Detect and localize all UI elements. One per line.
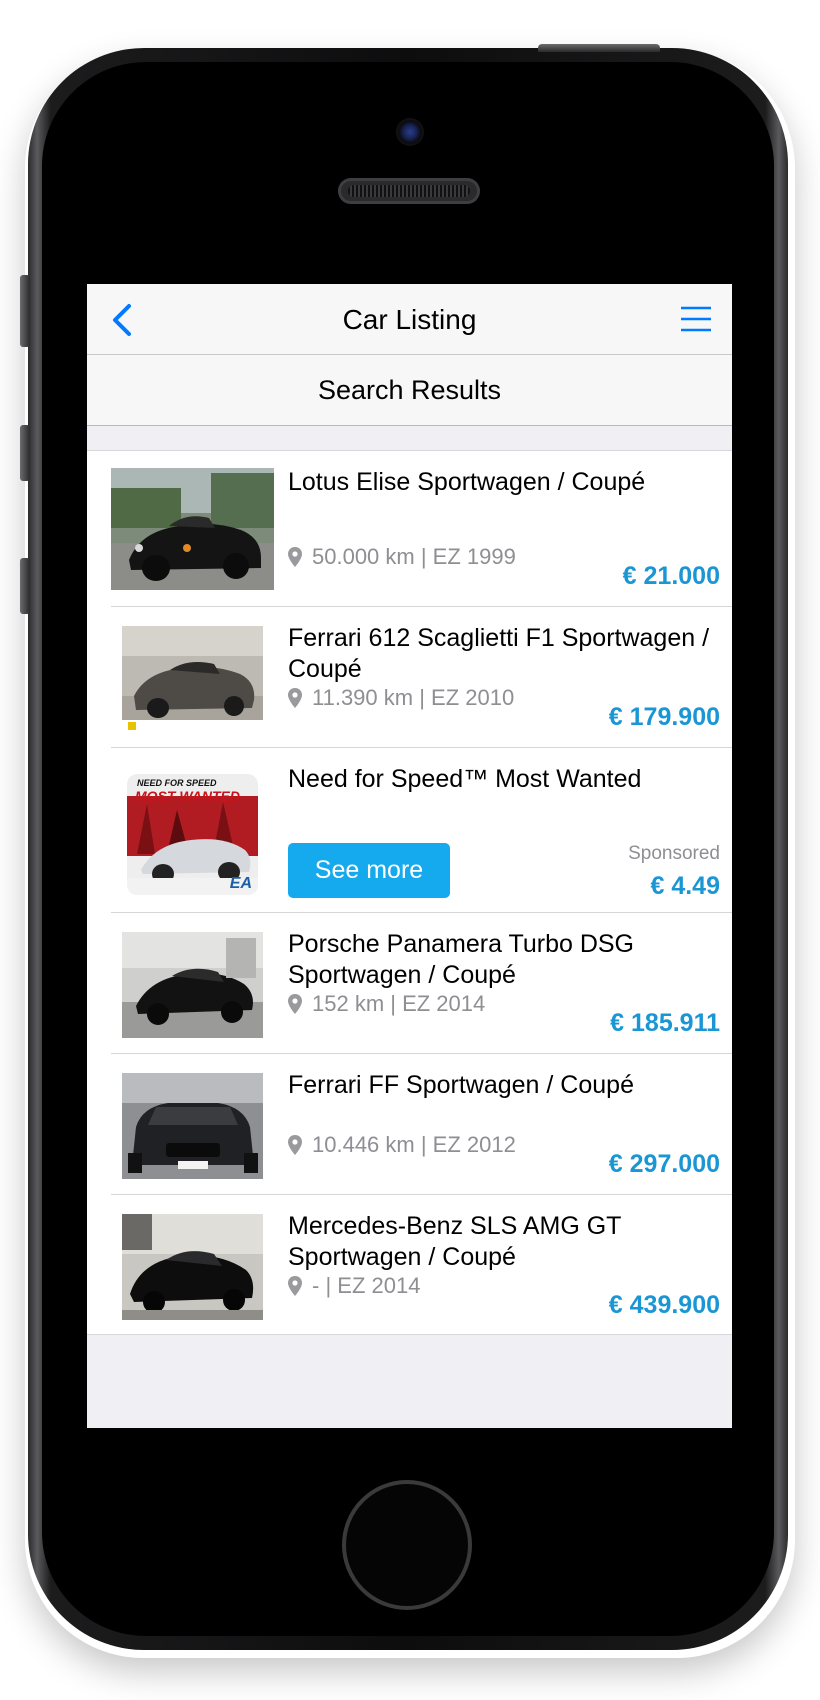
- listing-title: Mercedes-Benz SLS AMG GT Sportwagen / Co…: [288, 1212, 621, 1271]
- listing-meta: - | EZ 2014: [288, 1273, 420, 1299]
- page-title: Car Listing: [342, 304, 477, 335]
- navigation-bar: Car Listing: [87, 284, 732, 355]
- car-thumbnail: [111, 468, 274, 590]
- list-item[interactable]: Lotus Elise Sportwagen / Coupé 50.000 km…: [111, 451, 732, 607]
- list-item[interactable]: Ferrari FF Sportwagen / Coupé 10.446 km …: [111, 1054, 732, 1195]
- mileage-year: 152 km | EZ 2014: [312, 991, 486, 1016]
- location-pin-icon: [288, 688, 302, 708]
- listing-meta: 50.000 km | EZ 1999: [288, 544, 516, 570]
- app-icon: NEED FOR SPEED MOST WANTED EA: [127, 774, 258, 895]
- car-thumbnail: [122, 1214, 263, 1320]
- list-item[interactable]: Ferrari 612 Scaglietti F1 Sportwagen / C…: [111, 607, 732, 748]
- listing-list: Lotus Elise Sportwagen / Coupé 50.000 km…: [87, 450, 732, 1335]
- mute-switch: [20, 275, 30, 347]
- listing-meta: 11.390 km | EZ 2010: [288, 685, 514, 711]
- location-pin-icon: [288, 994, 302, 1014]
- listing-price: € 439.900: [608, 1291, 720, 1319]
- listing-price: € 297.000: [608, 1150, 720, 1178]
- listing-title: Lotus Elise Sportwagen / Coupé: [288, 468, 646, 496]
- power-button: [538, 44, 660, 52]
- listing-title: Ferrari 612 Scaglietti F1 Sportwagen / C…: [288, 624, 710, 683]
- earpiece-speaker: [338, 178, 480, 204]
- car-thumbnail: [122, 626, 263, 732]
- location-pin-icon: [288, 1276, 302, 1296]
- list-item[interactable]: Mercedes-Benz SLS AMG GT Sportwagen / Co…: [111, 1195, 732, 1334]
- mileage-year: - | EZ 2014: [312, 1273, 421, 1298]
- listing-title: Porsche Panamera Turbo DSG Sportwagen / …: [288, 930, 634, 989]
- ea-logo: EA: [229, 875, 252, 892]
- front-camera: [396, 118, 424, 146]
- listing-price: € 185.911: [610, 1009, 720, 1037]
- app-screen: Car Listing Search Results Lotus Elise S…: [87, 284, 732, 1428]
- mileage-year: 10.446 km | EZ 2012: [312, 1132, 516, 1157]
- volume-up-button: [20, 425, 30, 481]
- sponsored-list-item[interactable]: NEED FOR SPEED MOST WANTED EA Need for S…: [111, 748, 732, 913]
- sponsored-label: Sponsored: [628, 843, 720, 864]
- list-item[interactable]: Porsche Panamera Turbo DSG Sportwagen / …: [111, 913, 732, 1054]
- search-results-header: Search Results: [87, 355, 732, 426]
- section-title: Search Results: [317, 375, 502, 405]
- mileage-year: 11.390 km | EZ 2010: [312, 685, 515, 710]
- app-icon-subtext: MOST WANTED: [135, 788, 240, 804]
- location-pin-icon: [288, 1135, 302, 1155]
- listing-price: € 21.000: [622, 562, 720, 590]
- home-button[interactable]: [342, 1480, 472, 1610]
- listing-price: € 179.900: [608, 703, 720, 731]
- ad-price: € 4.49: [650, 872, 720, 900]
- ad-title: Need for Speed™ Most Wanted: [288, 765, 642, 793]
- hamburger-menu-icon[interactable]: [679, 304, 713, 334]
- see-more-button[interactable]: See more: [288, 843, 450, 898]
- listing-meta: 152 km | EZ 2014: [288, 991, 485, 1017]
- app-icon-text: NEED FOR SPEED: [137, 778, 217, 788]
- volume-down-button: [20, 558, 30, 614]
- car-thumbnail: [122, 1073, 263, 1179]
- listing-meta: 10.446 km | EZ 2012: [288, 1132, 516, 1158]
- car-thumbnail: [122, 932, 263, 1038]
- mileage-year: 50.000 km | EZ 1999: [312, 544, 516, 569]
- listing-title: Ferrari FF Sportwagen / Coupé: [288, 1071, 634, 1099]
- location-pin-icon: [288, 547, 302, 567]
